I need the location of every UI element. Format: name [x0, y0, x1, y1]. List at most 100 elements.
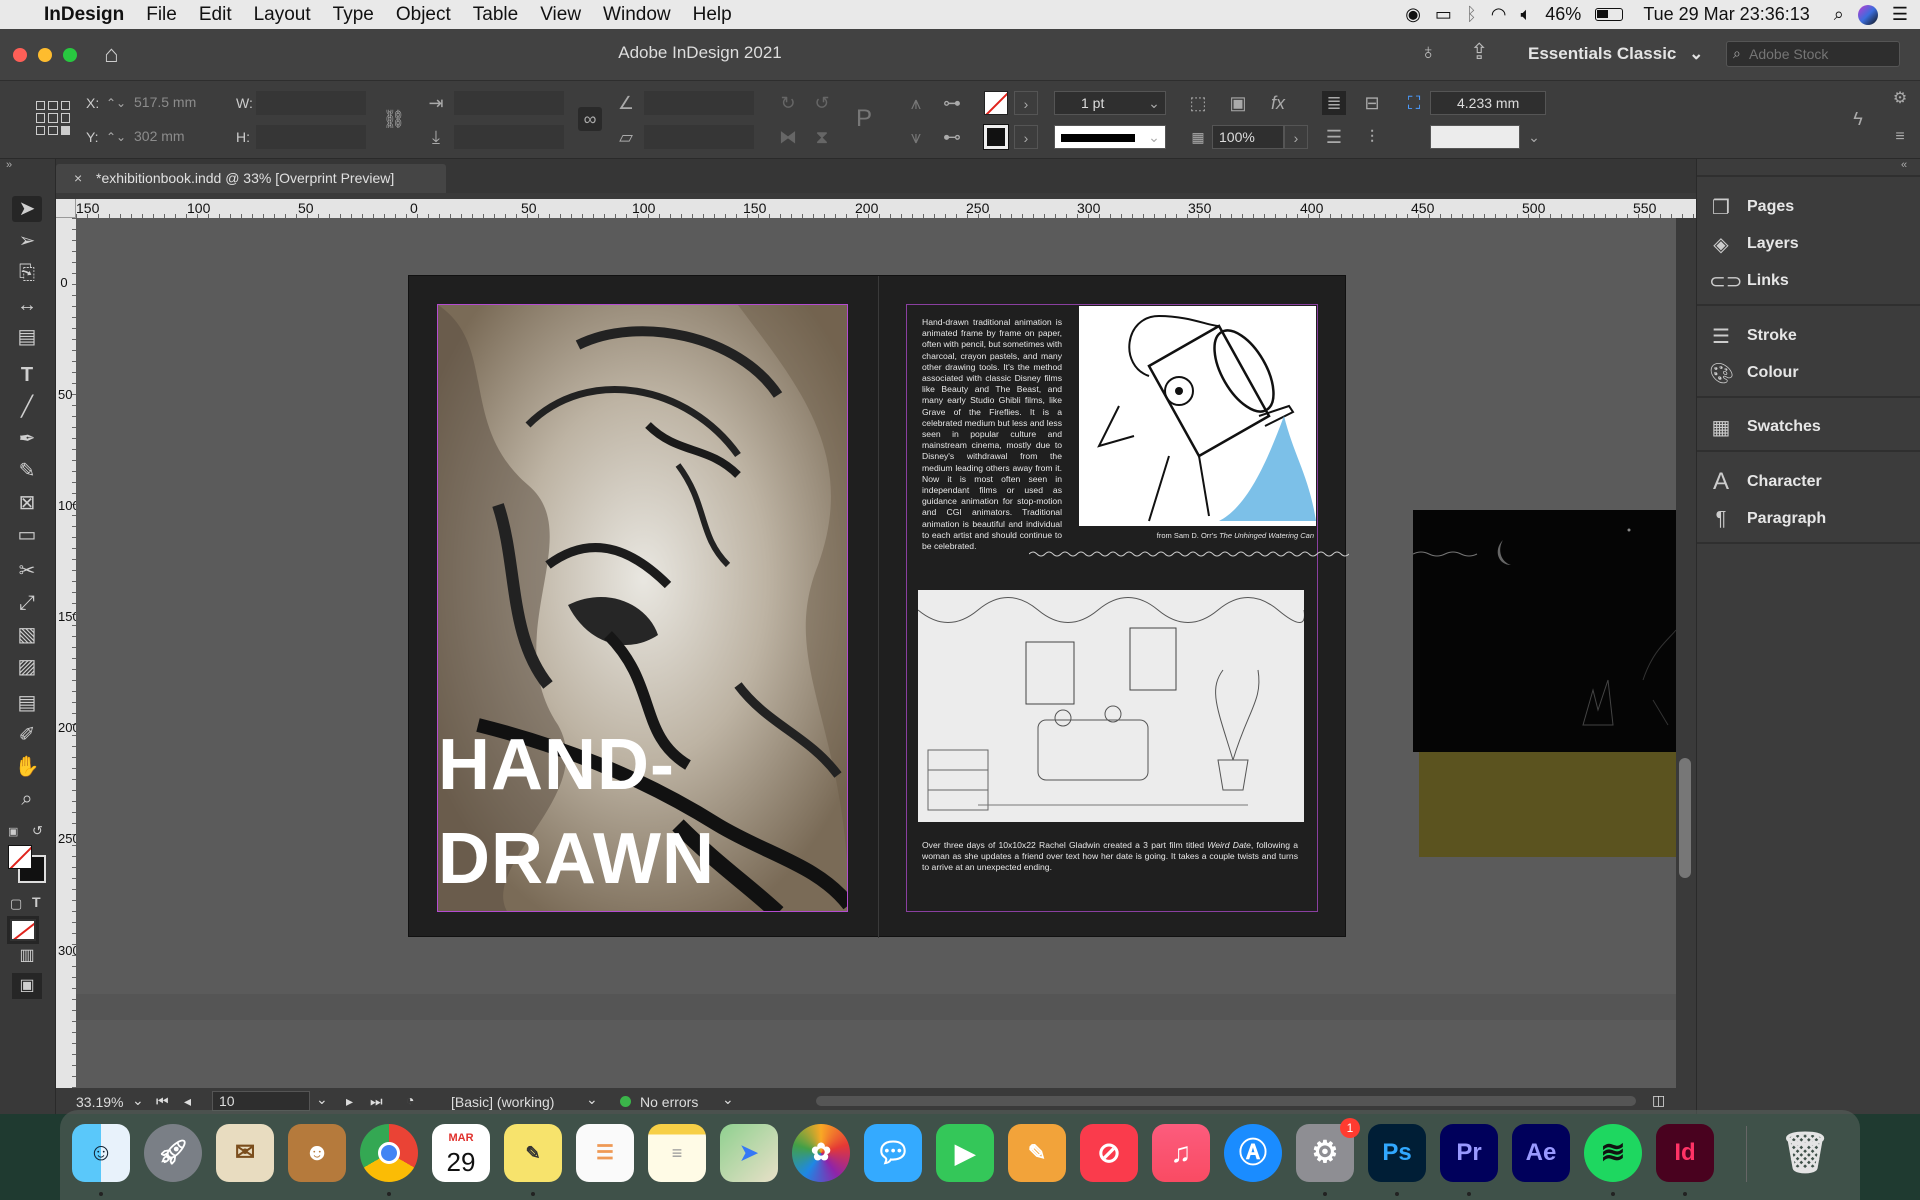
photos-icon[interactable]: ✿ — [792, 1124, 850, 1182]
lightning-icon[interactable]: ϟ — [1846, 107, 1870, 131]
previous-page-icon[interactable]: ◂ — [184, 1093, 191, 1110]
page-tool-icon[interactable]: ⎘ — [12, 260, 42, 286]
menu-type[interactable]: Type — [322, 4, 385, 26]
opacity-field[interactable]: 100% — [1212, 125, 1284, 149]
offset-field[interactable]: 4.233 mm — [1430, 91, 1546, 115]
facetime-icon[interactable]: ▶ — [936, 1124, 994, 1182]
shear-angle-icon[interactable]: ▱ — [614, 125, 638, 149]
constrain-proportions-icon[interactable]: ⛓ — [382, 107, 406, 131]
menubar-clock[interactable]: Tue 29 Mar 23:36:13 — [1643, 4, 1809, 25]
fill-none-box[interactable] — [8, 845, 32, 869]
zoom-tool-icon[interactable]: ⌕ — [12, 786, 42, 812]
adobe-stock-search[interactable]: ⌕ — [1726, 41, 1900, 67]
menu-app-name[interactable]: InDesign — [33, 4, 135, 26]
horizontal-ruler[interactable]: 150 100 50 0 50 100 150 200 250 300 350 … — [76, 199, 1696, 218]
flip-horizontal-icon[interactable]: ⧓ — [776, 125, 800, 149]
weird-date-sketch-image[interactable] — [917, 590, 1305, 822]
free-transform-tool-icon[interactable]: ⤢ — [12, 590, 42, 616]
split-view-icon[interactable]: ◫ — [1652, 1092, 1665, 1109]
battery-icon[interactable] — [1595, 8, 1624, 21]
photoshop-icon[interactable]: Ps — [1368, 1124, 1426, 1182]
close-tab-icon[interactable]: × — [74, 164, 82, 193]
creative-cloud-icon[interactable]: ◉ — [1405, 4, 1421, 25]
line-tool-icon[interactable]: ╱ — [12, 394, 42, 420]
stroke-type-chevron-icon[interactable]: ⌄ — [1142, 125, 1166, 149]
collapse-panels-icon[interactable]: « — [1901, 159, 1907, 171]
stroke-menu-chevron-icon[interactable]: › — [1014, 125, 1038, 149]
pencil-tool-icon[interactable]: ✎ — [12, 458, 42, 484]
formatting-text-icon[interactable]: T — [32, 894, 41, 910]
preview-mode-icon[interactable]: ▣ — [12, 973, 42, 999]
scissors-tool-icon[interactable]: ✂ — [12, 558, 42, 584]
rotate-field[interactable] — [644, 91, 754, 115]
lightbulb-icon[interactable]: ♁ — [1420, 39, 1437, 65]
siri-icon[interactable] — [1857, 4, 1878, 25]
x-stepper[interactable]: ⌃⌄ — [104, 91, 128, 115]
headline-hand[interactable]: HAND- — [438, 725, 675, 805]
select-next-icon[interactable]: ⊶ — [940, 91, 964, 115]
hand-tool-icon[interactable]: ✋ — [12, 754, 42, 780]
panel-menu-icon[interactable]: ≡ — [1888, 125, 1912, 149]
paragraph-panel-tab[interactable]: ¶ Paragraph — [1709, 501, 1827, 537]
gear-icon[interactable]: ⚙ — [1888, 87, 1912, 111]
gap-tool-icon[interactable]: ↔ — [12, 292, 42, 318]
pages-app-icon[interactable]: ✎ — [1008, 1124, 1066, 1182]
menu-file[interactable]: File — [135, 4, 188, 26]
w-field[interactable] — [256, 91, 366, 115]
preflight-status[interactable]: No errors — [640, 1094, 698, 1110]
spotify-icon[interactable]: ≋ — [1584, 1124, 1642, 1182]
scale-y-icon[interactable]: ⤓ — [424, 125, 448, 149]
zoom-chevron-icon[interactable]: ⌄ — [132, 1092, 144, 1109]
character-panel-tab[interactable]: A Character — [1709, 464, 1822, 500]
effects-fx-icon[interactable]: fx — [1266, 91, 1290, 115]
pen-tool-icon[interactable]: ✒ — [12, 426, 42, 452]
headline-drawn[interactable]: DRAWN — [438, 819, 715, 899]
vertical-scrollbar-thumb[interactable] — [1679, 758, 1691, 878]
olive-color-block[interactable] — [1419, 752, 1676, 857]
rectangle-frame-tool-icon[interactable]: ⊠ — [12, 490, 42, 516]
rectangle-tool-icon[interactable]: ▭ — [12, 522, 42, 548]
corner-style-chevron-icon[interactable]: ⌄ — [1522, 125, 1546, 149]
swap-colors-icon[interactable]: ↺ — [32, 823, 43, 839]
launchpad-icon[interactable]: 🚀︎ — [144, 1124, 202, 1182]
gradient-feather-tool-icon[interactable]: ▨ — [12, 654, 42, 680]
stroke-black-swatch[interactable] — [983, 124, 1009, 150]
messages-icon[interactable]: 💬︎ — [864, 1124, 922, 1182]
page-number-field[interactable]: 10 — [212, 1091, 310, 1111]
stroke-panel-tab[interactable]: ☰ Stroke — [1709, 318, 1797, 354]
notes-icon[interactable]: ≡ — [648, 1124, 706, 1182]
open-document-icon[interactable]: ◔ — [406, 1092, 414, 1108]
scale-x-field[interactable] — [454, 91, 564, 115]
trash-icon[interactable]: 🗑︎ — [1776, 1124, 1834, 1182]
premiere-icon[interactable]: Pr — [1440, 1124, 1498, 1182]
flip-vertical-icon[interactable]: ⧗ — [810, 125, 834, 149]
select-content-icon[interactable]: ⩛ — [904, 125, 928, 149]
menu-view[interactable]: View — [529, 4, 592, 26]
menu-help[interactable]: Help — [682, 4, 743, 26]
collapse-toolbox-icon[interactable]: » — [6, 159, 12, 171]
wifi-icon[interactable]: ◠ — [1491, 4, 1507, 25]
stock-search-input[interactable] — [1749, 44, 1895, 64]
share-icon[interactable]: ⇪ — [1470, 39, 1488, 65]
opacity-chevron-icon[interactable]: › — [1284, 125, 1308, 149]
auto-fit-icon[interactable]: ⛶ — [1402, 91, 1426, 115]
preflight-chevron-icon[interactable]: ⌄ — [722, 1091, 734, 1108]
menu-table[interactable]: Table — [462, 4, 529, 26]
spread[interactable]: HAND- DRAWN Hand-drawn traditional anima… — [408, 275, 1349, 938]
colour-panel-tab[interactable]: 🎨︎ Colour — [1709, 355, 1799, 391]
document-style-label[interactable]: [Basic] (working) — [451, 1094, 554, 1110]
ruler-corner[interactable] — [56, 199, 76, 218]
select-container-icon[interactable]: ⩚ — [904, 91, 928, 115]
display-icon[interactable]: ▭ — [1435, 4, 1452, 25]
fill-menu-chevron-icon[interactable]: › — [1014, 91, 1038, 115]
vertical-ruler[interactable]: 0 50 100 150 200 250 300 — [56, 218, 76, 1088]
y-stepper[interactable]: ⌃⌄ — [104, 125, 128, 149]
rotate-ccw-icon[interactable]: ↺ — [810, 91, 834, 115]
control-center-icon[interactable]: ☰ — [1892, 4, 1908, 25]
eyedropper-tool-icon[interactable]: ✐ — [12, 722, 42, 748]
body-text-animation[interactable]: Hand-drawn traditional animation is anim… — [922, 317, 1062, 552]
next-page-icon[interactable]: ▸ — [346, 1093, 353, 1110]
align-middle-icon[interactable]: ☰ — [1322, 125, 1346, 149]
page-chevron-icon[interactable]: ⌄ — [316, 1091, 328, 1108]
music-icon[interactable]: ♫ — [1152, 1124, 1210, 1182]
